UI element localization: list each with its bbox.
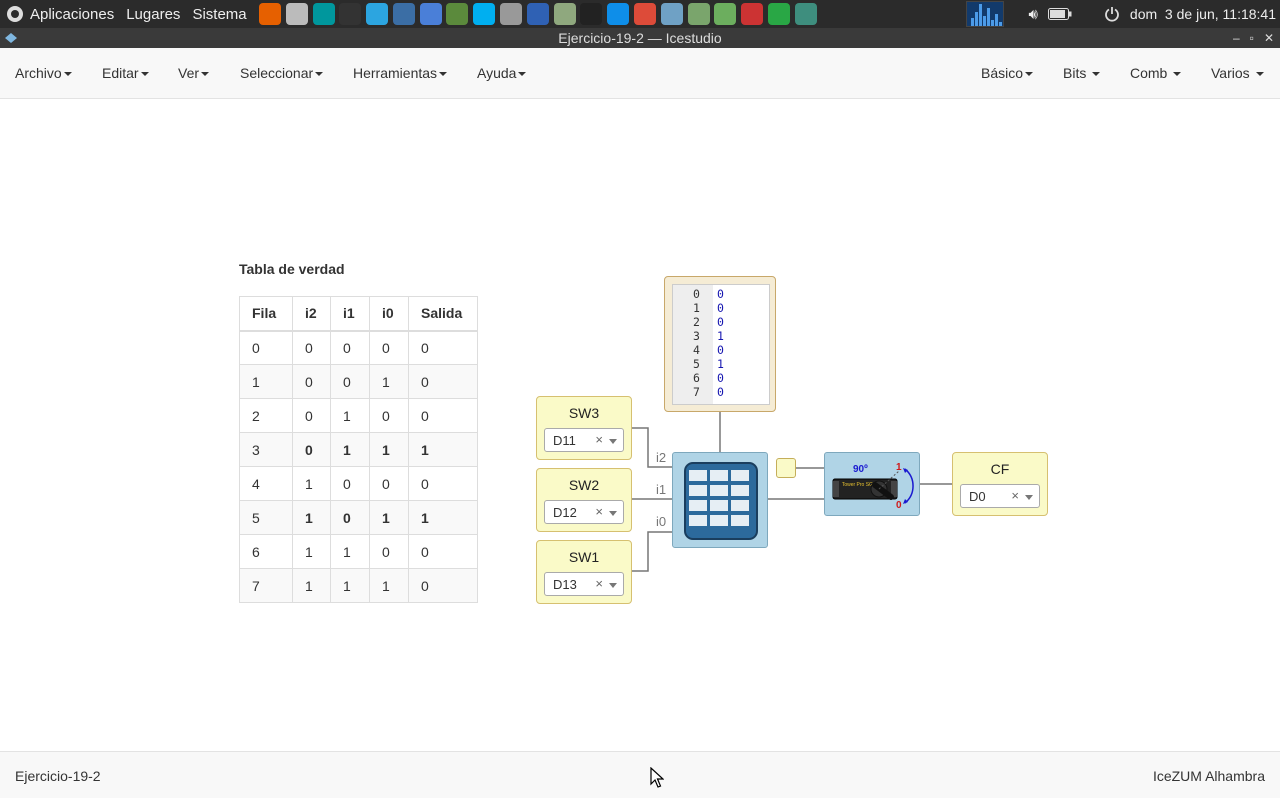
memory-line: 10	[673, 301, 769, 315]
line-number: 6	[693, 371, 700, 385]
servo-zero-label: 0	[896, 500, 902, 511]
pin-select[interactable]: D11 ×	[544, 428, 624, 452]
memory-value: 1	[717, 329, 724, 343]
status-footer: Ejercicio-19-2 IceZUM Alhambra	[0, 751, 1280, 798]
dropdown-arrow-icon[interactable]	[609, 439, 617, 444]
memory-value: 1	[717, 357, 724, 371]
memory-value: 0	[717, 343, 724, 357]
memory-line: 51	[673, 357, 769, 371]
clear-icon[interactable]: ×	[595, 432, 603, 447]
line-number: 0	[693, 287, 700, 301]
wires	[632, 412, 952, 572]
pin-value: D0	[969, 489, 986, 504]
board-name[interactable]: IceZUM Alhambra	[1153, 768, 1265, 784]
clear-icon[interactable]: ×	[595, 576, 603, 591]
line-number: 1	[693, 301, 700, 315]
memory-line: 60	[673, 371, 769, 385]
wire-i0	[632, 531, 672, 572]
input-block-sw3[interactable]: SW3 D11 ×	[536, 396, 632, 460]
line-number: 3	[693, 329, 700, 343]
memory-line: 31	[673, 329, 769, 343]
memory-value: 0	[717, 287, 724, 301]
memory-block[interactable]: 0010203140516070	[664, 276, 776, 412]
output-block-cf[interactable]: CF D0 ×	[952, 452, 1048, 516]
pin-select[interactable]: D0 ×	[960, 484, 1040, 508]
clear-icon[interactable]: ×	[595, 504, 603, 519]
pin-value: D11	[553, 433, 576, 448]
port-label-i1: i1	[656, 482, 667, 497]
memory-value: 0	[717, 385, 724, 399]
servo-one-label: 1	[896, 462, 902, 473]
line-number: 2	[693, 315, 700, 329]
block-label: CF	[990, 461, 1010, 477]
line-number: 7	[693, 385, 700, 399]
dropdown-arrow-icon[interactable]	[1025, 495, 1033, 500]
memory-editor[interactable]: 0010203140516070	[672, 284, 770, 405]
memory-line: 20	[673, 315, 769, 329]
memory-value: 0	[717, 315, 724, 329]
constant-block[interactable]	[776, 458, 796, 478]
table-icon	[684, 462, 758, 540]
pin-select[interactable]: D13 ×	[544, 572, 624, 596]
line-number: 4	[693, 343, 700, 357]
table-block[interactable]	[672, 452, 768, 548]
servo-angle-label: 90º	[853, 464, 868, 475]
clear-icon[interactable]: ×	[1011, 488, 1019, 503]
memory-line: 70	[673, 385, 769, 399]
pin-value: D13	[553, 577, 577, 592]
memory-line: 00	[673, 287, 769, 301]
memory-value: 0	[717, 371, 724, 385]
memory-value: 0	[717, 301, 724, 315]
block-label: SW2	[568, 477, 600, 493]
pin-select[interactable]: D12 ×	[544, 500, 624, 524]
port-label-i0: i0	[656, 514, 667, 529]
mouse-cursor-icon	[650, 767, 664, 788]
servo-block[interactable]: 90º 1 0 Tower Pro SG-90	[824, 452, 920, 516]
block-label: SW3	[568, 405, 600, 421]
memory-line: 40	[673, 343, 769, 357]
port-label-i2: i2	[656, 450, 667, 465]
line-number: 5	[693, 357, 700, 371]
dropdown-arrow-icon[interactable]	[609, 511, 617, 516]
project-name: Ejercicio-19-2	[15, 768, 101, 784]
dropdown-arrow-icon[interactable]	[609, 583, 617, 588]
pin-value: D12	[553, 505, 577, 520]
input-block-sw1[interactable]: SW1 D13 ×	[536, 540, 632, 604]
block-label: SW1	[568, 549, 600, 565]
servo-icon: 90º 1 0 Tower Pro SG-90	[832, 462, 914, 511]
input-block-sw2[interactable]: SW2 D12 ×	[536, 468, 632, 532]
